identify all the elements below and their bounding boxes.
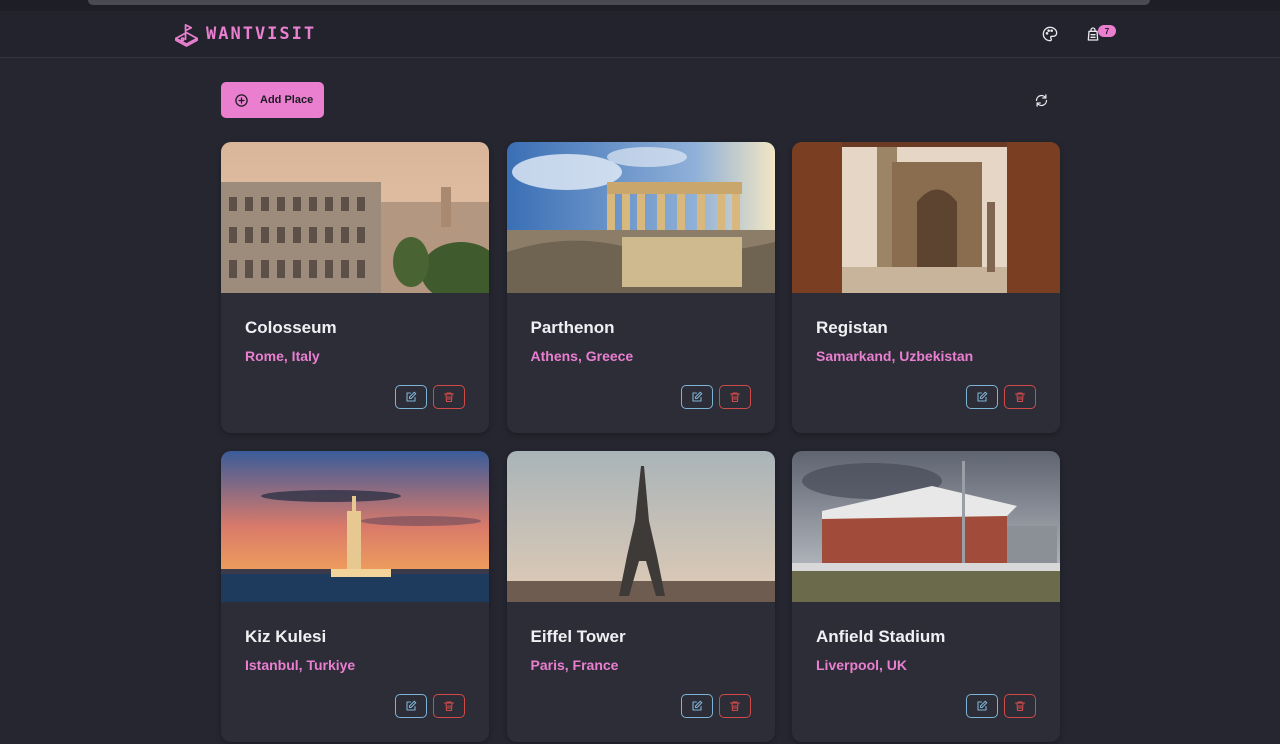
card-actions: [395, 385, 465, 409]
card-actions: [395, 694, 465, 718]
edit-icon: [977, 391, 988, 402]
edit-icon: [977, 700, 988, 711]
place-card: Parthenon Athens, Greece: [506, 142, 775, 433]
place-card: Eiffel Tower Paris, France: [506, 451, 775, 742]
edit-icon: [691, 700, 702, 711]
place-image: [792, 451, 1060, 602]
plus-circle-icon: [235, 93, 248, 107]
brand-name: WANTVISIT: [206, 24, 317, 44]
edit-icon: [406, 391, 417, 402]
card-actions: [680, 385, 751, 409]
add-place-button[interactable]: Add Place: [221, 82, 324, 118]
place-image: [506, 142, 775, 293]
edit-button[interactable]: [395, 694, 427, 718]
edit-button[interactable]: [395, 385, 427, 409]
delete-button[interactable]: [718, 694, 751, 718]
place-name: Kiz Kulesi: [245, 627, 327, 646]
browser-scroll-bar: [88, 0, 1150, 5]
card-actions: [966, 694, 1036, 718]
browser-top-strip: [0, 0, 1280, 11]
delete-button[interactable]: [718, 385, 751, 409]
card-actions: [680, 694, 751, 718]
card-actions: [966, 385, 1036, 409]
edit-button[interactable]: [966, 694, 998, 718]
place-image: [792, 142, 1060, 293]
places-grid: Colosseum Rome, Italy Parthenon Athens, …: [221, 142, 1060, 742]
delete-button[interactable]: [433, 694, 465, 718]
delete-button[interactable]: [1004, 694, 1036, 718]
theme-palette-button[interactable]: [1039, 23, 1061, 45]
cart-count-badge: 7: [1098, 25, 1116, 37]
place-name: Colosseum: [245, 318, 337, 337]
edit-button[interactable]: [966, 385, 998, 409]
trash-icon: [1014, 701, 1026, 712]
place-card: Registan Samarkand, Uzbekistan: [792, 142, 1060, 433]
place-location: Samarkand, Uzbekistan: [816, 348, 974, 364]
trash-icon: [729, 701, 740, 712]
place-image: [506, 451, 775, 602]
place-image: [221, 451, 489, 602]
place-card: Colosseum Rome, Italy: [221, 142, 489, 433]
place-name: Eiffel Tower: [530, 627, 626, 646]
place-card: Anfield Stadium Liverpool, UK: [792, 451, 1060, 742]
logo-icon: [175, 23, 198, 47]
edit-button[interactable]: [680, 694, 713, 718]
place-location: Liverpool, UK: [816, 657, 908, 673]
palette-icon: [1042, 26, 1058, 42]
refresh-icon: [1035, 93, 1047, 107]
edit-icon: [406, 700, 417, 711]
edit-icon: [691, 391, 702, 402]
place-location: Istanbul, Turkiye: [245, 657, 356, 673]
trash-icon: [443, 701, 455, 712]
place-name: Anfield Stadium: [816, 627, 946, 646]
navbar: WANTVISIT 7: [0, 11, 1280, 58]
place-location: Rome, Italy: [245, 348, 320, 364]
add-place-label: Add Place: [260, 94, 314, 106]
trash-icon: [729, 392, 740, 403]
place-name: Parthenon: [530, 318, 615, 337]
refresh-button[interactable]: [1030, 89, 1052, 111]
place-name: Registan: [816, 318, 888, 337]
place-location: Athens, Greece: [530, 348, 634, 364]
place-location: Paris, France: [530, 657, 619, 673]
trash-icon: [1014, 392, 1026, 403]
edit-button[interactable]: [680, 385, 713, 409]
brand-link[interactable]: WANTVISIT: [174, 21, 316, 47]
place-image: [221, 142, 489, 293]
place-card: Kiz Kulesi Istanbul, Turkiye: [221, 451, 489, 742]
delete-button[interactable]: [433, 385, 465, 409]
delete-button[interactable]: [1004, 385, 1036, 409]
trash-icon: [443, 392, 455, 403]
